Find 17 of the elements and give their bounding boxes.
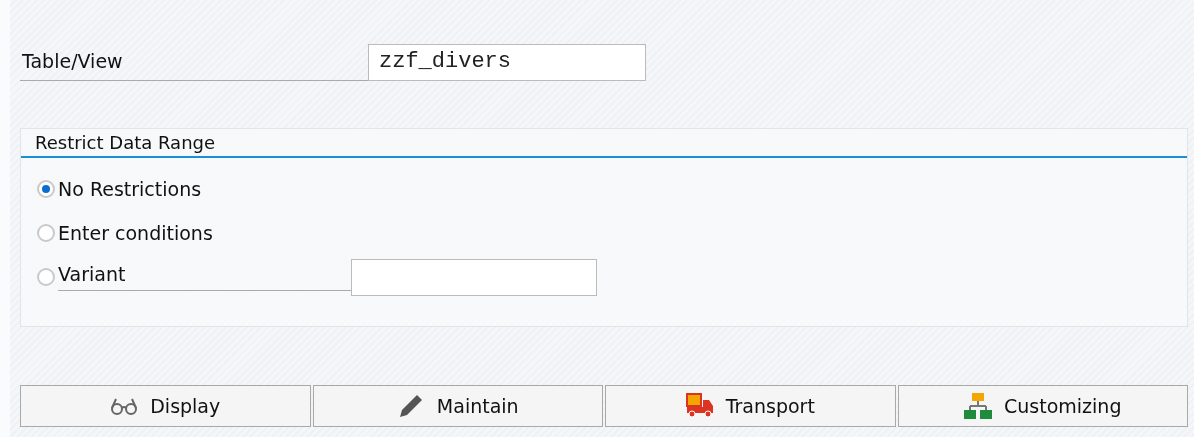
option-label: Variant xyxy=(58,263,351,291)
panel-title: Restrict Data Range xyxy=(21,129,1187,158)
option-label: No Restrictions xyxy=(58,178,202,200)
toolbar-button[interactable]: Display xyxy=(20,385,311,427)
radio-button[interactable] xyxy=(37,180,55,198)
variant-field[interactable] xyxy=(351,258,597,296)
radio-button[interactable] xyxy=(37,224,55,242)
table-view-field[interactable]: zzf_divers xyxy=(368,44,646,81)
option-label: Enter conditions xyxy=(58,222,213,244)
truck-icon xyxy=(685,393,714,419)
toolbar-button[interactable]: Customizing xyxy=(897,385,1188,427)
toolbar-button[interactable]: Transport xyxy=(605,385,896,427)
toolbar-button[interactable]: Maintain xyxy=(312,385,603,427)
radio-button[interactable] xyxy=(37,268,55,286)
hierarchy-icon xyxy=(964,392,993,420)
glasses-icon xyxy=(110,397,139,415)
field-label: Table/View xyxy=(20,50,368,81)
